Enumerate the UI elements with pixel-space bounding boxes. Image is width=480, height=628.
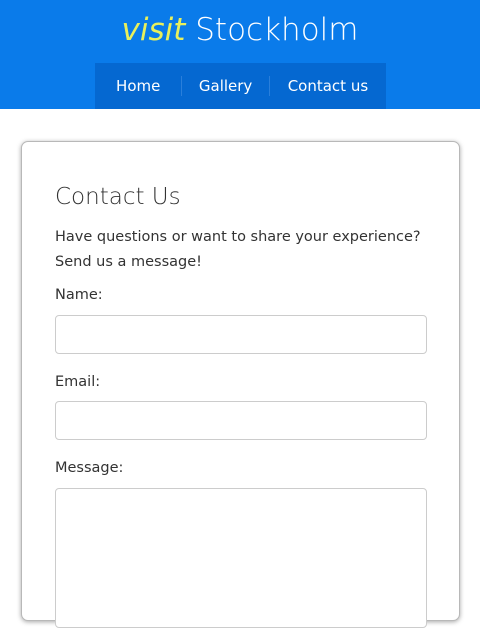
page-title: Contact Us (55, 184, 181, 210)
description-line: Send us a message! (55, 254, 202, 270)
nav-item-contact[interactable]: Contact us (270, 63, 386, 109)
main-nav: Home Gallery Contact us (95, 63, 386, 109)
site-logo[interactable]: visit Stockholm (0, 10, 480, 50)
nav-item-home[interactable]: Home (95, 63, 181, 109)
nav-item-gallery[interactable]: Gallery (182, 63, 268, 109)
description-line: Have questions or want to share your exp… (55, 229, 421, 245)
name-field[interactable] (55, 315, 427, 354)
site-header: visit Stockholm Home Gallery Contact us (0, 0, 480, 109)
message-field[interactable] (55, 488, 427, 628)
contact-card: Contact Us Have questions or want to sha… (21, 141, 460, 628)
contact-description: Have questions or want to share your exp… (55, 225, 435, 275)
message-label: Message: (55, 460, 124, 476)
email-field[interactable] (55, 401, 427, 440)
email-label: Email: (55, 374, 101, 390)
logo-main-text: Stockholm (195, 12, 359, 48)
logo-accent-text: visit (121, 12, 186, 48)
name-label: Name: (55, 287, 103, 303)
